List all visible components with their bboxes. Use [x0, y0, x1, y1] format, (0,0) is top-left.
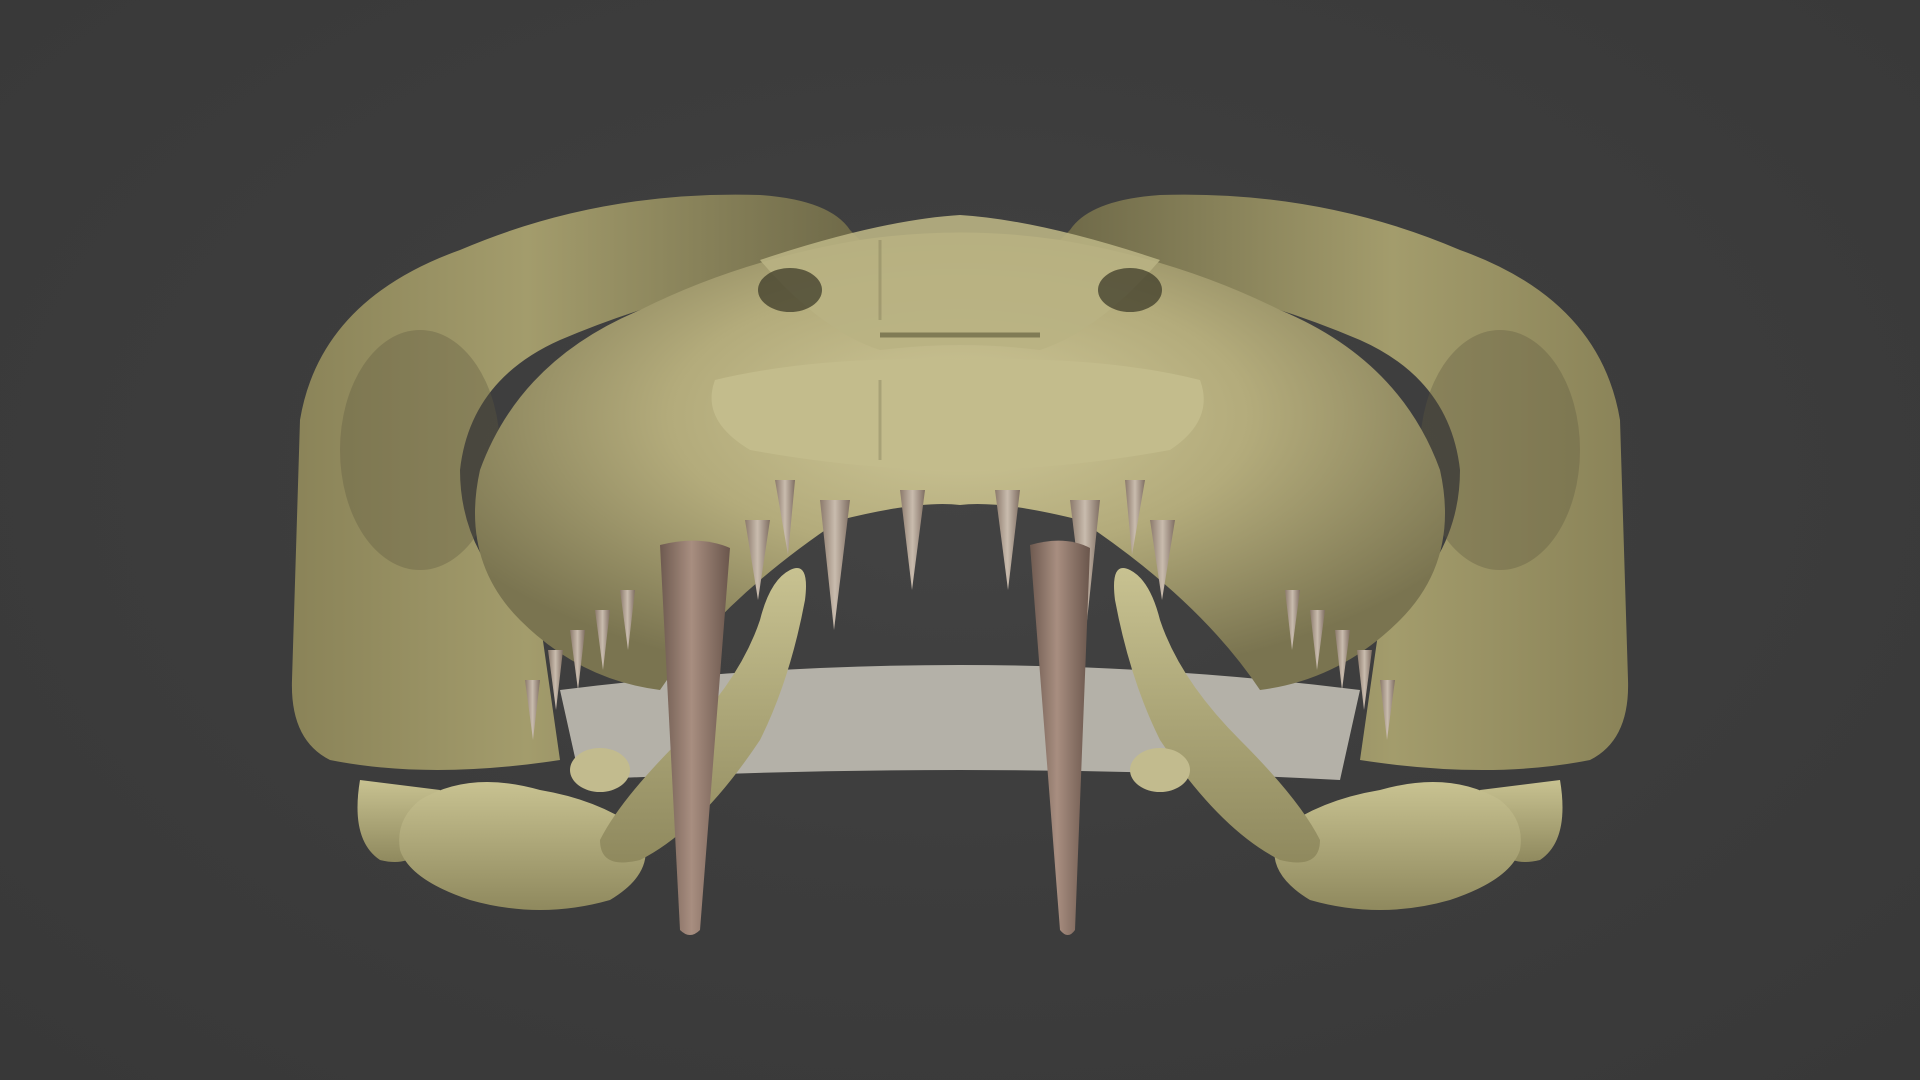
render-viewport [0, 0, 1920, 1080]
skull-render-icon [291, 194, 1629, 935]
